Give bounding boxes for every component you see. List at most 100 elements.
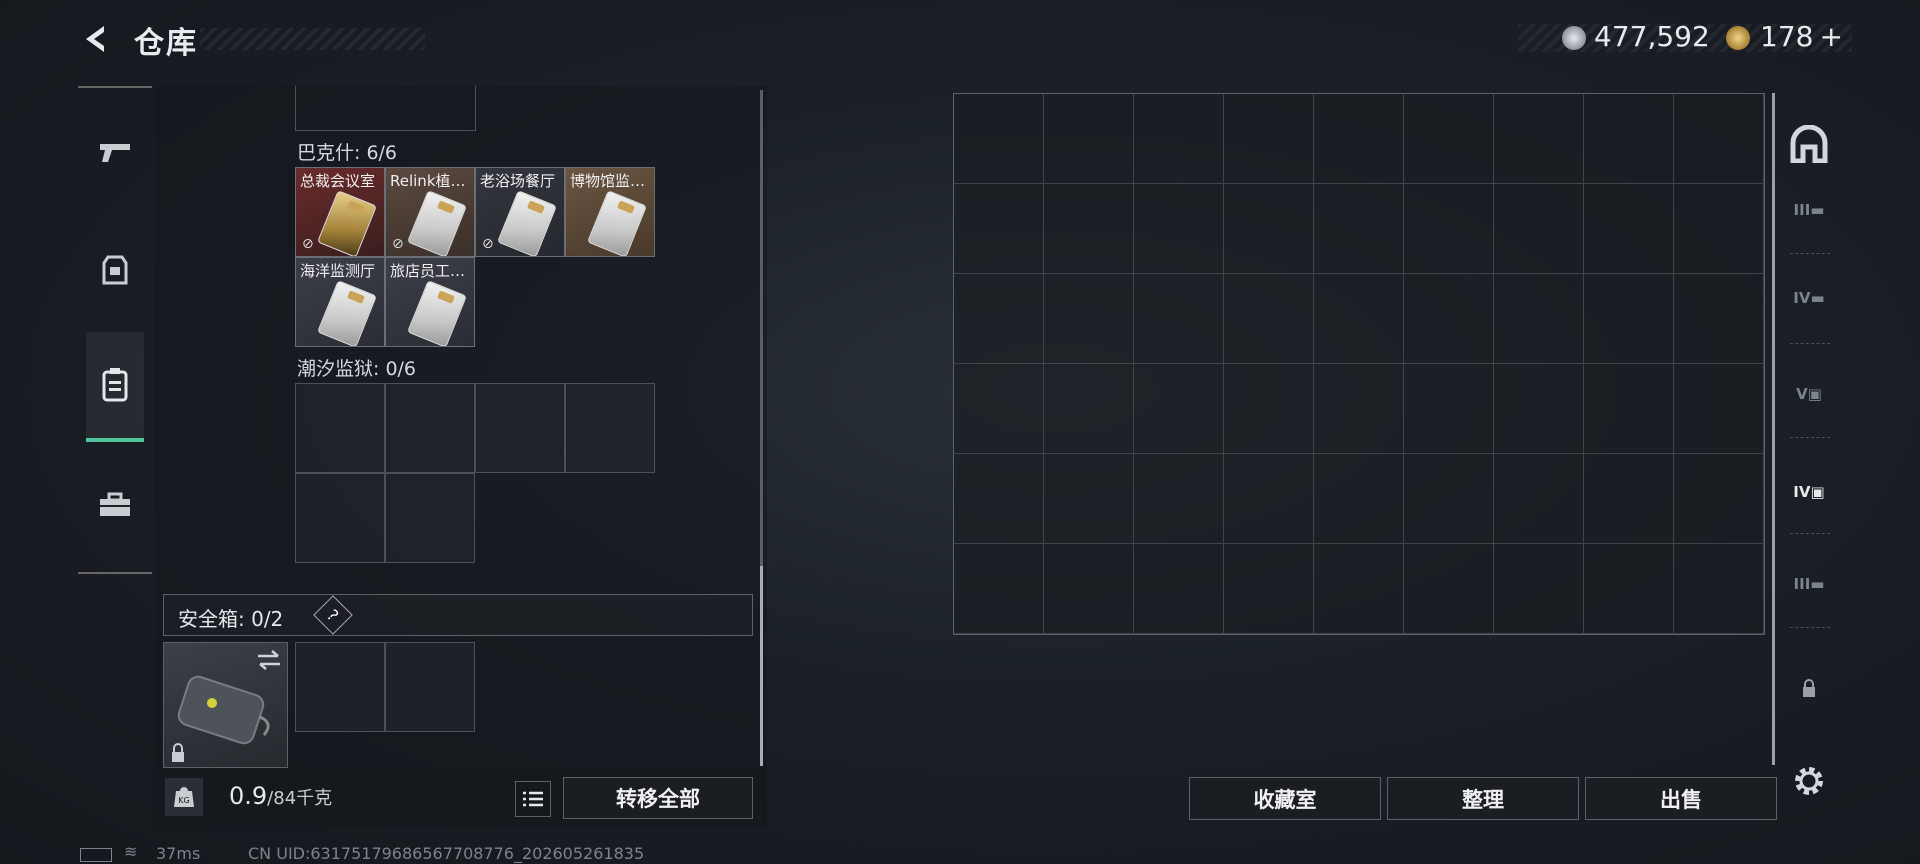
weight-icon: KG xyxy=(165,778,203,816)
gold-balance: 178 + xyxy=(1760,20,1843,53)
safebox-item[interactable] xyxy=(163,642,288,768)
stash-tab-level: IV xyxy=(1793,289,1811,307)
keycard-name: 老浴场餐厅 xyxy=(480,172,556,190)
ping-readout: 37ms xyxy=(156,844,201,863)
divider xyxy=(1790,533,1830,534)
gold-balance-value: 178 xyxy=(1760,20,1814,53)
divider xyxy=(1790,437,1830,438)
divider xyxy=(1790,253,1830,254)
no-trade-icon: ⊘ xyxy=(302,236,314,252)
keycard-icon xyxy=(587,190,647,256)
safebox-label: 安全箱: 0/2 xyxy=(178,607,284,631)
stash-tab[interactable]: III ▬ xyxy=(1782,183,1836,237)
keycard-slot[interactable]: 总裁会议室 ⊘ xyxy=(295,167,385,257)
sell-button[interactable]: 出售 xyxy=(1585,777,1777,820)
stash-tab-level: V xyxy=(1796,385,1808,403)
keycard-name: 总裁会议室 xyxy=(300,172,376,190)
page-title: 仓库 xyxy=(134,26,198,61)
settings-gear-icon[interactable] xyxy=(1792,764,1826,798)
previous-group-cells xyxy=(295,86,476,131)
empty-slot[interactable] xyxy=(475,383,565,473)
add-gold-button[interactable]: + xyxy=(1819,20,1842,53)
empty-slot[interactable] xyxy=(295,642,385,732)
transfer-all-button[interactable]: 转移全部 xyxy=(563,777,753,819)
weight-value: 0.9 xyxy=(229,782,268,810)
stash-tab[interactable]: IV ▬ xyxy=(1782,271,1836,325)
keycard-slot[interactable]: 海洋监测厅 xyxy=(295,257,385,347)
safebox-header: 安全箱: 0/2 ? xyxy=(163,594,753,636)
toolbox-icon xyxy=(100,492,130,516)
empty-slot[interactable] xyxy=(385,383,475,473)
no-trade-icon: ⊘ xyxy=(482,236,494,252)
stash-grid[interactable] xyxy=(953,93,1765,635)
tab-tools[interactable] xyxy=(78,460,152,550)
keycard-slot[interactable]: 博物馆监… xyxy=(565,167,655,257)
stash-tab-level: IV xyxy=(1793,483,1811,501)
group-label-bakeshi: 巴克什: 6/6 xyxy=(297,142,398,164)
stash-tab-level: III xyxy=(1793,575,1811,593)
weight-readout: 0.9/84千克 xyxy=(229,782,332,810)
lock-icon xyxy=(172,743,184,762)
stash-tab[interactable]: III ▬ xyxy=(1782,557,1836,611)
empty-slot[interactable] xyxy=(385,642,475,732)
tab-keycards[interactable] xyxy=(86,332,144,442)
divider xyxy=(1790,343,1830,344)
stash-tab-selected[interactable]: IV ▣ xyxy=(1782,465,1836,519)
empty-slot[interactable] xyxy=(295,383,385,473)
title-decor xyxy=(200,28,425,50)
crate-icon: ▬ xyxy=(1810,201,1825,219)
empty-slot[interactable] xyxy=(565,383,655,473)
safebox-slots xyxy=(295,642,476,732)
keycard-name: 旅店员工… xyxy=(390,262,466,280)
safe-icon: ▣ xyxy=(1807,385,1822,403)
locked-tab[interactable] xyxy=(1782,661,1836,715)
sort-button[interactable]: 整理 xyxy=(1387,777,1579,820)
help-icon[interactable]: ? xyxy=(313,595,353,635)
keycard-icon xyxy=(317,190,377,256)
stash-tab[interactable]: V ▣ xyxy=(1782,367,1836,421)
safe-icon: ▣ xyxy=(1810,483,1825,501)
kg-label: KG xyxy=(178,796,189,805)
weight-bar: KG 0.9/84千克 转移全部 xyxy=(155,768,767,828)
no-trade-icon: ⊘ xyxy=(392,236,404,252)
swap-icon[interactable] xyxy=(256,649,282,671)
list-view-button[interactable] xyxy=(515,781,551,817)
collection-room-button[interactable]: 收藏室 xyxy=(1189,777,1381,820)
home-icon xyxy=(1790,125,1828,163)
stash-tab-level: III xyxy=(1793,201,1811,219)
stash-tabs: III ▬ IV ▬ V ▣ IV ▣ III ▬ xyxy=(1772,93,1842,765)
list-icon xyxy=(523,791,543,807)
crate-icon: ▬ xyxy=(1810,289,1825,307)
keycard-slot[interactable]: 旅店员工… xyxy=(385,257,475,347)
battery-icon xyxy=(80,848,112,862)
keycard-slot[interactable]: 老浴场餐厅 ⊘ xyxy=(475,167,565,257)
wifi-icon: ≋ xyxy=(124,842,138,861)
empty-slot[interactable] xyxy=(295,473,385,563)
keycard-icon xyxy=(497,190,557,256)
divider xyxy=(1790,627,1830,628)
player-uid: CN UID:631751796865677087​76_20260526183… xyxy=(248,844,645,863)
backpack-icon xyxy=(102,368,128,402)
group-label-chaoxi: 潮汐监狱: 0/6 xyxy=(297,358,417,380)
tab-armor[interactable] xyxy=(78,226,152,316)
keycard-icon xyxy=(317,280,377,346)
crate-icon: ▬ xyxy=(1810,575,1825,593)
keycard-name: Relink植… xyxy=(390,172,466,190)
keycard-name: 博物馆监… xyxy=(570,172,646,190)
armor-icon xyxy=(102,255,128,285)
scrollbar-thumb[interactable] xyxy=(760,566,763,766)
back-arrow-icon[interactable] xyxy=(78,22,112,56)
empty-slot[interactable] xyxy=(385,473,475,563)
gold-coin-icon xyxy=(1726,26,1750,50)
keycard-icon xyxy=(407,280,467,346)
silver-coin-icon xyxy=(1562,26,1586,50)
silver-balance: 477,592 xyxy=(1594,20,1710,53)
category-tabs xyxy=(78,86,152,574)
keycard-icon xyxy=(407,190,467,256)
weight-capacity: /84千克 xyxy=(267,788,333,809)
keycard-name: 海洋监测厅 xyxy=(300,262,376,280)
tab-weapons[interactable] xyxy=(78,108,152,198)
keycard-slot[interactable]: Relink植… ⊘ xyxy=(385,167,475,257)
stash-home-tab[interactable] xyxy=(1782,117,1836,171)
gun-icon xyxy=(100,144,130,162)
